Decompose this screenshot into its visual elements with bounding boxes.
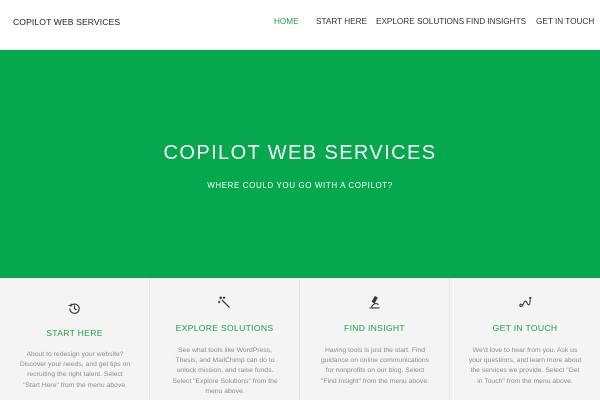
nav-item-find-insights[interactable]: FIND INSIGHTS xyxy=(466,17,526,26)
hero-banner: COPILOT WEB SERVICES WHERE COULD YOU GO … xyxy=(0,50,600,278)
feature-title[interactable]: FIND INSIGHT xyxy=(300,323,449,333)
site-header: COPILOT WEB SERVICES HOME START HERE EXP… xyxy=(0,0,600,50)
hero-subtitle: WHERE COULD YOU GO WITH A COPILOT? xyxy=(207,181,393,190)
nav-item-home[interactable]: HOME xyxy=(274,17,299,26)
feature-row: START HERE About to redesign your websit… xyxy=(0,278,600,400)
feature-get-in-touch: GET IN TOUCH We'd love to hear from you.… xyxy=(450,278,600,400)
feature-explore-solutions: EXPLORE SOLUTIONS See what tools like Wo… xyxy=(150,278,300,400)
microscope-icon[interactable] xyxy=(300,296,449,310)
main-nav: HOME START HERE EXPLORE SOLUTIONS FIND I… xyxy=(0,17,600,31)
route-icon[interactable] xyxy=(450,296,600,310)
feature-start-here: START HERE About to redesign your websit… xyxy=(0,278,150,400)
feature-description: About to redesign your website? Discover… xyxy=(19,351,131,389)
nav-item-start-here[interactable]: START HERE xyxy=(316,17,367,26)
nav-item-get-in-touch[interactable]: GET IN TOUCH xyxy=(536,17,594,26)
feature-find-insight: FIND INSIGHT Having tools is just the st… xyxy=(300,278,450,400)
feature-description: Having tools is just the start. Find gui… xyxy=(320,347,430,385)
feature-title[interactable]: GET IN TOUCH xyxy=(450,323,600,333)
feature-description: See what tools like WordPress, Thesis, a… xyxy=(172,347,278,395)
history-icon[interactable] xyxy=(0,302,149,316)
hero-title: COPILOT WEB SERVICES xyxy=(163,142,437,164)
feature-title[interactable]: EXPLORE SOLUTIONS xyxy=(150,323,299,333)
magic-wand-icon[interactable] xyxy=(150,296,299,310)
nav-item-explore-solutions[interactable]: EXPLORE SOLUTIONS xyxy=(376,17,464,26)
feature-description: We'd love to hear from you. Ask us your … xyxy=(468,347,582,385)
page: COPILOT WEB SERVICES HOME START HERE EXP… xyxy=(0,0,600,400)
feature-title[interactable]: START HERE xyxy=(0,328,149,338)
